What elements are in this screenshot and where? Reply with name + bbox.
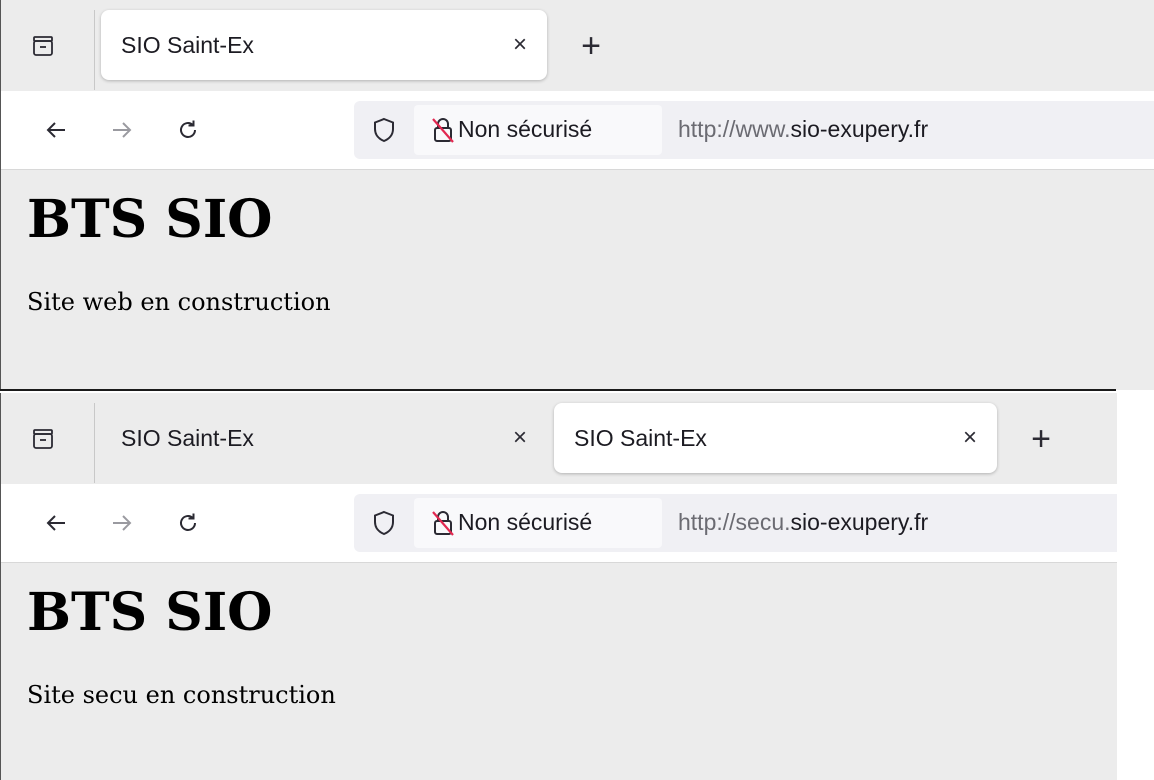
tab-divider	[94, 10, 95, 90]
tab-sio-saint-ex-1[interactable]: SIO Saint-Ex ×	[101, 403, 547, 473]
page-content: BTS SIO Site secu en construction	[1, 563, 1117, 709]
new-tab-button[interactable]: +	[1023, 419, 1059, 459]
back-arrow-icon	[46, 122, 65, 138]
url-prefix: http://www.	[678, 116, 791, 142]
security-indicator[interactable]: Non sécurisé	[414, 105, 662, 155]
tab-divider	[94, 403, 95, 483]
insecure-lock-icon	[432, 118, 454, 143]
url-domain: sio-exupery.fr	[790, 116, 929, 142]
forward-arrow-icon	[113, 122, 132, 138]
tab-title: SIO Saint-Ex	[121, 31, 254, 58]
tab-sio-saint-ex-2[interactable]: SIO Saint-Ex ×	[554, 403, 997, 473]
tab-sio-saint-ex[interactable]: SIO Saint-Ex ×	[101, 10, 547, 80]
browser-window-2: SIO Saint-Ex × SIO Saint-Ex × + Non sécu…	[0, 393, 1117, 780]
tab-strip: SIO Saint-Ex × +	[1, 0, 1154, 91]
forward-arrow-icon	[113, 515, 132, 531]
window-separator	[0, 389, 1116, 391]
page-text: Site web en construction	[27, 287, 331, 316]
url-text[interactable]: http://secu.sio-exupery.fr	[678, 509, 928, 536]
page-heading: BTS SIO	[27, 189, 273, 250]
url-bar[interactable]: Non sécurisé http://www.sio-exupery.fr	[354, 101, 1154, 159]
forward-button[interactable]	[105, 113, 139, 147]
url-text[interactable]: http://www.sio-exupery.fr	[678, 116, 928, 143]
back-button[interactable]	[39, 113, 73, 147]
back-button[interactable]	[39, 506, 73, 540]
security-indicator[interactable]: Non sécurisé	[414, 498, 662, 548]
tab-close-button[interactable]: ×	[963, 424, 977, 452]
list-all-tabs-icon	[33, 36, 53, 56]
tab-close-button[interactable]: ×	[513, 424, 527, 452]
reload-icon	[180, 120, 196, 138]
browser-window-1: SIO Saint-Ex × + Non sécurisé http://www…	[0, 0, 1154, 390]
reload-button[interactable]	[171, 113, 205, 147]
url-domain: sio-exupery.fr	[790, 509, 929, 535]
page-heading: BTS SIO	[27, 582, 273, 643]
tab-title: SIO Saint-Ex	[121, 424, 254, 451]
forward-button[interactable]	[105, 506, 139, 540]
new-tab-button[interactable]: +	[573, 26, 609, 66]
back-arrow-icon	[46, 515, 65, 531]
tab-title: SIO Saint-Ex	[574, 424, 707, 451]
reload-icon	[180, 513, 196, 531]
security-label: Non sécurisé	[458, 509, 593, 535]
page-text: Site secu en construction	[27, 680, 336, 709]
url-prefix: http://secu.	[678, 509, 791, 535]
url-bar[interactable]: Non sécurisé http://secu.sio-exupery.fr	[354, 494, 1117, 552]
tab-strip: SIO Saint-Ex × SIO Saint-Ex × +	[1, 393, 1117, 484]
reload-button[interactable]	[171, 506, 205, 540]
page-content: BTS SIO Site web en construction	[1, 170, 1154, 316]
tab-close-button[interactable]: ×	[513, 31, 527, 59]
navigation-toolbar: Non sécurisé http://www.sio-exupery.fr	[1, 91, 1154, 170]
list-all-tabs-button[interactable]	[25, 421, 61, 457]
shield-icon[interactable]	[370, 509, 398, 537]
shield-icon[interactable]	[370, 116, 398, 144]
list-all-tabs-button[interactable]	[25, 28, 61, 64]
navigation-toolbar: Non sécurisé http://secu.sio-exupery.fr	[1, 484, 1117, 563]
insecure-lock-icon	[432, 511, 454, 536]
list-all-tabs-icon	[33, 429, 53, 449]
security-label: Non sécurisé	[458, 116, 593, 142]
